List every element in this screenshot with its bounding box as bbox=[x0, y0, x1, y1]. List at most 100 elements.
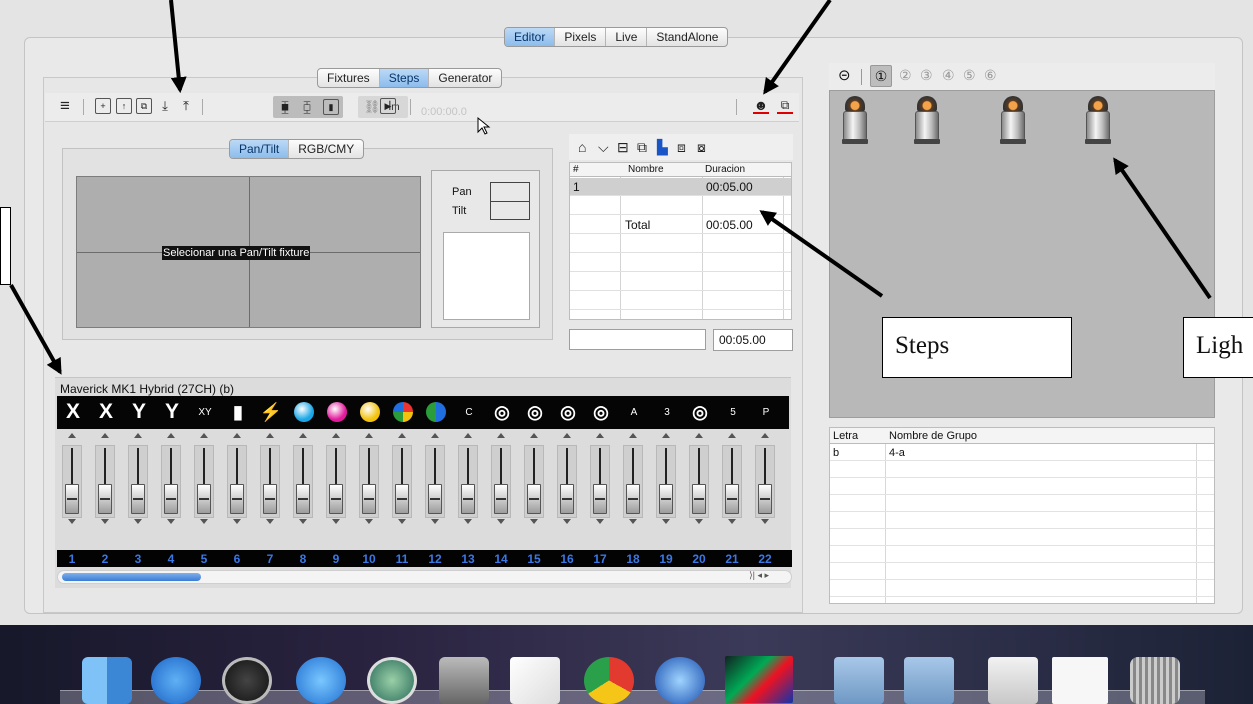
fader-up-icon[interactable] bbox=[662, 433, 670, 438]
export-icon[interactable]: ⤒ bbox=[178, 98, 194, 114]
fader-up-icon[interactable] bbox=[695, 433, 703, 438]
system-preferences-icon[interactable] bbox=[439, 657, 489, 704]
fixture-group-icon[interactable]: ▮ bbox=[323, 99, 339, 115]
scrollbar-thumb[interactable] bbox=[62, 573, 201, 581]
pantilt-canvas[interactable]: Selecionar una Pan/Tilt fixture bbox=[76, 176, 421, 328]
chrome-window-preview-icon[interactable] bbox=[1052, 657, 1108, 704]
fixture-mode-icon[interactable]: ⧯ bbox=[277, 99, 293, 115]
new-file-icon[interactable]: + bbox=[95, 98, 111, 114]
tab-live[interactable]: Live bbox=[606, 28, 648, 46]
fader-up-icon[interactable] bbox=[266, 433, 274, 438]
tab-steps[interactable]: Steps bbox=[379, 69, 430, 87]
channel-4-fader[interactable] bbox=[156, 430, 186, 546]
fader-down-icon[interactable] bbox=[497, 519, 505, 524]
scroll-arrows-icon[interactable]: ⟩| ◂ ▸ bbox=[749, 570, 769, 581]
window-icon[interactable]: ⧉ bbox=[777, 98, 793, 114]
fader-up-icon[interactable] bbox=[728, 433, 736, 438]
fader-down-icon[interactable] bbox=[68, 519, 76, 524]
channel-1-fader[interactable] bbox=[57, 430, 87, 546]
fixture-single-icon[interactable]: ⧮ bbox=[299, 99, 315, 115]
fader-knob[interactable] bbox=[98, 484, 112, 514]
tab-pixels[interactable]: Pixels bbox=[555, 28, 607, 46]
channel-9-fader[interactable] bbox=[321, 430, 351, 546]
fader-up-icon[interactable] bbox=[464, 433, 472, 438]
channel-21-fader[interactable] bbox=[717, 430, 747, 546]
group-button-6[interactable]: ⑥ bbox=[984, 67, 997, 84]
fader-up-icon[interactable] bbox=[167, 433, 175, 438]
channel-18-fader[interactable] bbox=[618, 430, 648, 546]
group-button-5[interactable]: ⑤ bbox=[963, 67, 976, 84]
step-row[interactable]: 1 00:05.00 bbox=[570, 178, 791, 196]
channel-19-fader[interactable] bbox=[651, 430, 681, 546]
channel-13-fader[interactable] bbox=[453, 430, 483, 546]
fader-knob[interactable] bbox=[65, 484, 79, 514]
textedit-icon[interactable] bbox=[510, 657, 560, 704]
chrome-icon[interactable] bbox=[584, 657, 634, 704]
moving-head-fixture[interactable] bbox=[842, 96, 868, 144]
remove-group-button[interactable]: ⊝ bbox=[838, 66, 851, 84]
copy-file-icon[interactable]: ⧉ bbox=[136, 98, 152, 114]
group-row[interactable]: b 4-a bbox=[830, 445, 1214, 461]
fixture-lamp-icon[interactable]: ☻ bbox=[753, 97, 769, 114]
fader-down-icon[interactable] bbox=[662, 519, 670, 524]
menu-icon[interactable]: ≡ bbox=[57, 96, 73, 115]
fader-up-icon[interactable] bbox=[497, 433, 505, 438]
fader-down-icon[interactable] bbox=[629, 519, 637, 524]
applications-folder-icon[interactable] bbox=[834, 657, 884, 704]
fader-knob[interactable] bbox=[362, 484, 376, 514]
group-button-1[interactable]: ① bbox=[870, 65, 892, 87]
fader-knob[interactable] bbox=[725, 484, 739, 514]
fader-up-icon[interactable] bbox=[134, 433, 142, 438]
fader-knob[interactable] bbox=[758, 484, 772, 514]
link-icon[interactable]: ⛓ bbox=[364, 99, 381, 115]
fader-down-icon[interactable] bbox=[761, 519, 769, 524]
fader-up-icon[interactable] bbox=[629, 433, 637, 438]
fader-down-icon[interactable] bbox=[431, 519, 439, 524]
fader-up-icon[interactable] bbox=[563, 433, 571, 438]
step-up-icon[interactable]: ⌂ bbox=[578, 139, 586, 155]
fader-knob[interactable] bbox=[164, 484, 178, 514]
fader-down-icon[interactable] bbox=[596, 519, 604, 524]
fader-down-icon[interactable] bbox=[365, 519, 373, 524]
step-delete-icon[interactable]: ⧇ bbox=[697, 139, 706, 156]
fader-down-icon[interactable] bbox=[233, 519, 241, 524]
fader-knob[interactable] bbox=[593, 484, 607, 514]
tab-fixtures[interactable]: Fixtures bbox=[318, 69, 380, 87]
fader-knob[interactable] bbox=[428, 484, 442, 514]
finder-icon[interactable] bbox=[82, 657, 132, 704]
fader-up-icon[interactable] bbox=[365, 433, 373, 438]
fader-down-icon[interactable] bbox=[398, 519, 406, 524]
moving-head-fixture[interactable] bbox=[914, 96, 940, 144]
group-button-3[interactable]: ③ bbox=[920, 67, 933, 84]
fader-down-icon[interactable] bbox=[332, 519, 340, 524]
channel-17-fader[interactable] bbox=[585, 430, 615, 546]
fader-knob[interactable] bbox=[461, 484, 475, 514]
channel-10-fader[interactable] bbox=[354, 430, 384, 546]
fader-down-icon[interactable] bbox=[563, 519, 571, 524]
fader-knob[interactable] bbox=[296, 484, 310, 514]
fader-up-icon[interactable] bbox=[299, 433, 307, 438]
fader-up-icon[interactable] bbox=[200, 433, 208, 438]
fader-knob[interactable] bbox=[197, 484, 211, 514]
play-icon[interactable]: ▶ bbox=[380, 98, 396, 114]
fader-knob[interactable] bbox=[131, 484, 145, 514]
fader-knob[interactable] bbox=[560, 484, 574, 514]
fader-down-icon[interactable] bbox=[530, 519, 538, 524]
fader-up-icon[interactable] bbox=[596, 433, 604, 438]
app-store-icon[interactable] bbox=[151, 657, 201, 704]
step-name-input[interactable] bbox=[569, 329, 706, 350]
itunes-file-icon[interactable] bbox=[988, 657, 1038, 704]
moving-head-fixture[interactable] bbox=[1000, 96, 1026, 144]
fader-down-icon[interactable] bbox=[200, 519, 208, 524]
fader-down-icon[interactable] bbox=[266, 519, 274, 524]
fader-down-icon[interactable] bbox=[101, 519, 109, 524]
tab-editor[interactable]: Editor bbox=[505, 28, 556, 46]
browser-icon[interactable] bbox=[655, 657, 705, 704]
pan-tilt-value-boxes[interactable] bbox=[490, 182, 530, 220]
channel-3-fader[interactable] bbox=[123, 430, 153, 546]
fader-down-icon[interactable] bbox=[134, 519, 142, 524]
fader-up-icon[interactable] bbox=[398, 433, 406, 438]
fader-knob[interactable] bbox=[659, 484, 673, 514]
fader-knob[interactable] bbox=[263, 484, 277, 514]
step-paste-icon[interactable]: ▙ bbox=[657, 139, 668, 156]
